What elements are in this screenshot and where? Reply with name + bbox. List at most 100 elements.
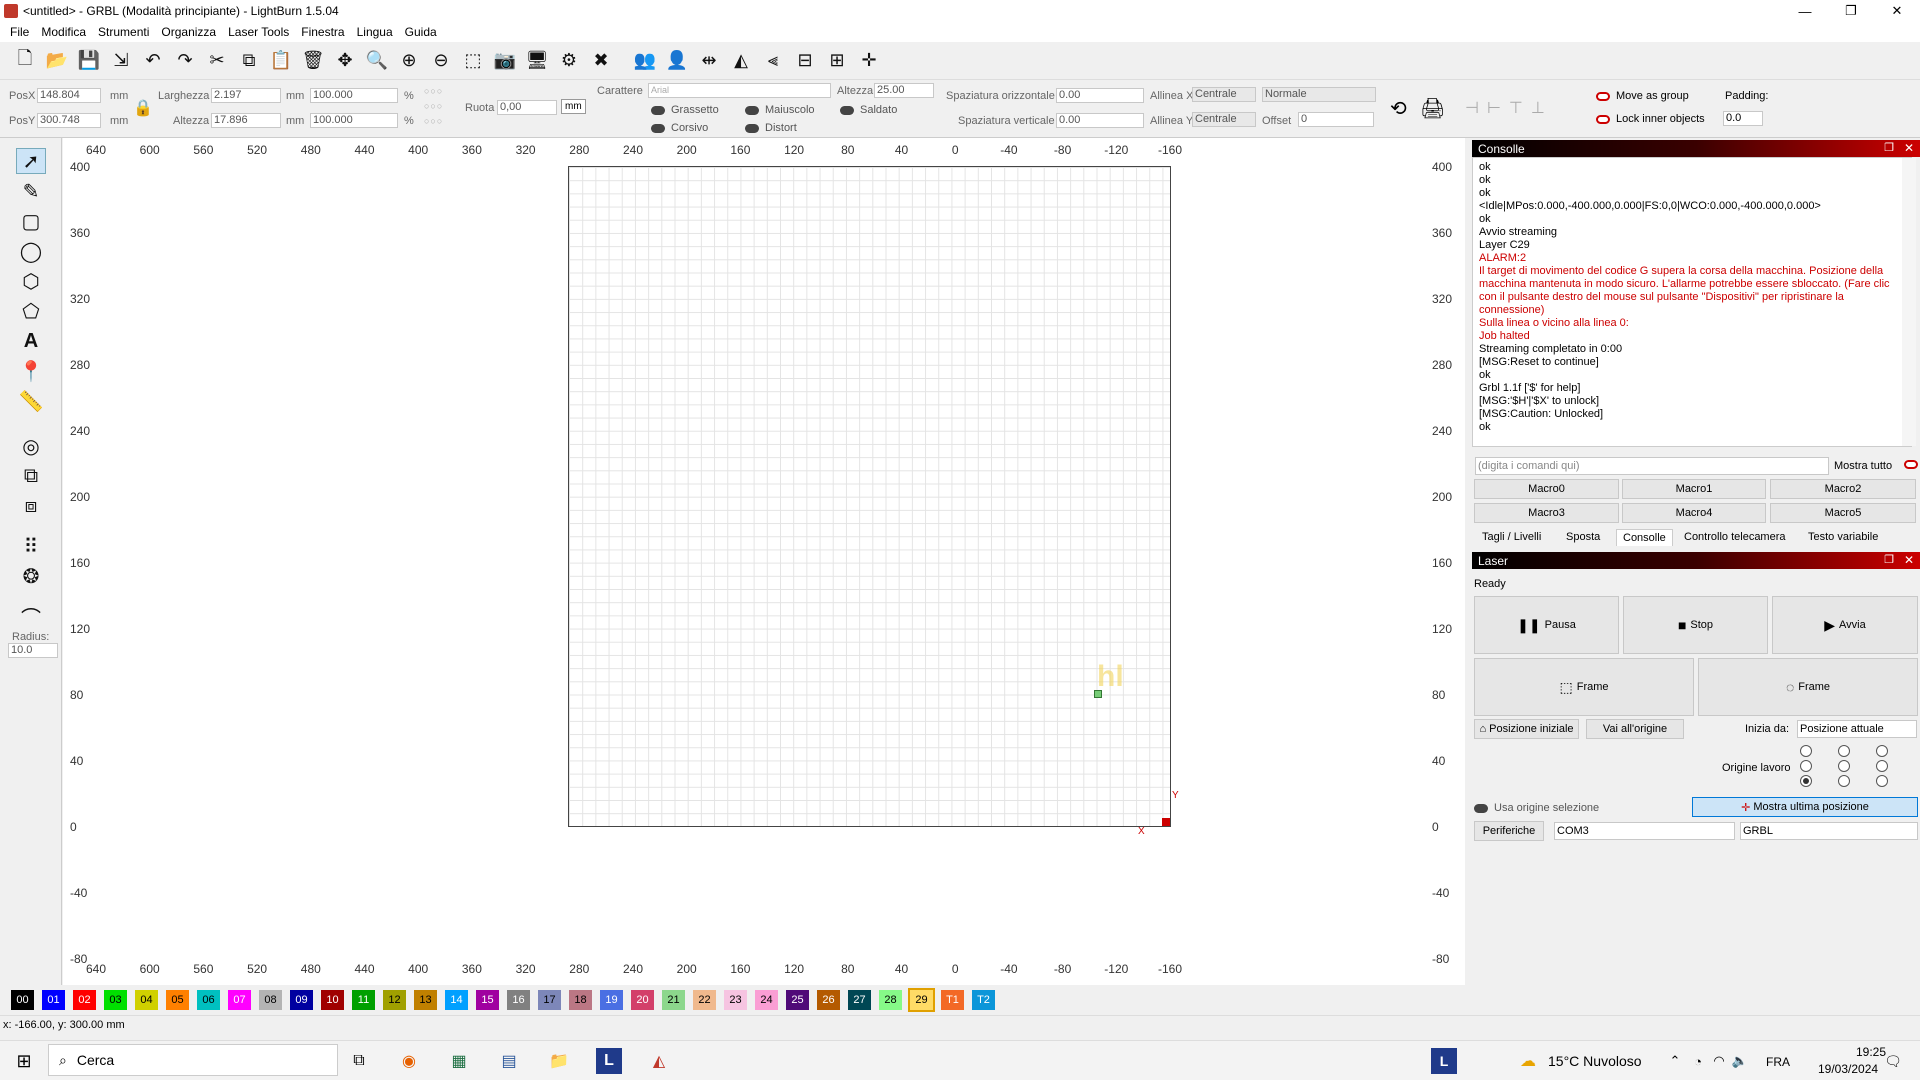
macro0-button[interactable]: Macro0	[1474, 479, 1619, 499]
uppercase-toggle[interactable]: Maiuscolo	[745, 104, 815, 116]
weather-icon[interactable]: ☁	[1515, 1048, 1541, 1074]
scale-width-input[interactable]: 100.000	[310, 88, 398, 103]
settings-gear-icon[interactable]: ⚙	[556, 48, 582, 74]
scale-height-input[interactable]: 100.000	[310, 113, 398, 128]
layer-swatch-01[interactable]: 01	[42, 990, 65, 1010]
offset-tool-icon[interactable]: ◎	[16, 433, 46, 459]
zoom-fit-icon[interactable]: 🔍	[364, 48, 390, 74]
origin-mid-left-radio[interactable]	[1800, 760, 1812, 772]
layer-swatch-22[interactable]: 22	[693, 990, 716, 1010]
layer-swatch-17[interactable]: 17	[538, 990, 561, 1010]
layer-swatch-t2[interactable]: T2	[972, 990, 995, 1010]
camera-icon[interactable]: 📷	[492, 48, 518, 74]
posy-input[interactable]: 300.748	[37, 113, 101, 128]
tab-camera-control[interactable]: Controllo telecamera	[1678, 529, 1792, 545]
pen-tool-icon[interactable]: ✎	[16, 178, 46, 204]
layer-swatch-26[interactable]: 26	[817, 990, 840, 1010]
zoom-frame-icon[interactable]: ⬚	[460, 48, 486, 74]
tools-icon[interactable]: ✖	[588, 48, 614, 74]
macro5-button[interactable]: Macro5	[1770, 503, 1916, 523]
move-icon[interactable]: ✥	[332, 48, 358, 74]
maximize-button[interactable]: ❐	[1828, 0, 1874, 22]
lightburn-launcher-icon[interactable]: L	[596, 1048, 622, 1074]
float-icon[interactable]: ❐	[1884, 141, 1894, 154]
start-button[interactable]: ▶ Avvia	[1772, 596, 1918, 654]
volume-icon[interactable]: 🔈	[1727, 1048, 1753, 1074]
stop-button[interactable]: ■ Stop	[1623, 596, 1768, 654]
frame-circle-button[interactable]: ◌ Frame	[1698, 658, 1918, 716]
tab-console[interactable]: Consolle	[1616, 529, 1673, 546]
move-as-group-toggle[interactable]: Move as group	[1596, 90, 1689, 102]
origin-mid-center-radio[interactable]	[1838, 760, 1850, 772]
align-tools-icon[interactable]: ⊣⊢⊤⊥	[1465, 98, 1553, 118]
start-from-select[interactable]: Posizione attuale	[1797, 720, 1917, 738]
origin-bottom-center-radio[interactable]	[1838, 775, 1850, 787]
flip-horizontal-icon[interactable]: ⇹	[696, 48, 722, 74]
layer-swatch-28[interactable]: 28	[879, 990, 902, 1010]
font-height-input[interactable]: 25.00	[874, 83, 934, 98]
layer-swatch-20[interactable]: 20	[631, 990, 654, 1010]
copy-icon[interactable]: ⧉	[236, 48, 262, 74]
float-icon[interactable]: ❐	[1884, 553, 1894, 566]
home-button[interactable]: ⌂ Posizione iniziale	[1474, 719, 1579, 739]
boolean-union-icon[interactable]: ⧉	[16, 463, 46, 489]
go-to-origin-button[interactable]: Vai all'origine	[1586, 719, 1684, 739]
origin-top-right-radio[interactable]	[1876, 745, 1888, 757]
new-file-icon[interactable]: 🗋	[12, 48, 38, 74]
posx-input[interactable]: 148.804	[37, 88, 101, 103]
excel-icon[interactable]: ▦	[446, 1048, 472, 1074]
alignx-select[interactable]: Centrale	[1192, 87, 1256, 102]
menu-strumenti[interactable]: Strumenti	[92, 25, 155, 39]
frame-rect-button[interactable]: ⬚ Frame	[1474, 658, 1694, 716]
close-icon[interactable]: ✕	[1904, 141, 1914, 155]
file-explorer-icon[interactable]: 📁	[546, 1048, 572, 1074]
layer-swatch-25[interactable]: 25	[786, 990, 809, 1010]
origin-top-center-radio[interactable]	[1838, 745, 1850, 757]
corner-radius-icon[interactable]: ⌒	[16, 603, 46, 630]
use-selection-origin-toggle[interactable]: Usa origine selezione	[1474, 802, 1599, 814]
redo-icon[interactable]: ↷	[172, 48, 198, 74]
layer-swatch-24[interactable]: 24	[755, 990, 778, 1010]
firefox-icon[interactable]: ◉	[396, 1048, 422, 1074]
menu-finestra[interactable]: Finestra	[295, 25, 350, 39]
layer-swatch-02[interactable]: 02	[73, 990, 96, 1010]
rectangle-tool-icon[interactable]: ▢	[16, 208, 46, 234]
text-path-icon[interactable]: ⟲	[1390, 96, 1407, 121]
bold-toggle[interactable]: Grassetto	[651, 104, 719, 116]
notification-icon[interactable]: 🗨	[1880, 1048, 1906, 1074]
layer-swatch-21[interactable]: 21	[662, 990, 685, 1010]
tab-cuts-layers[interactable]: Tagli / Livelli	[1476, 529, 1547, 545]
origin-mid-right-radio[interactable]	[1876, 760, 1888, 772]
lock-ratio-icon[interactable]: 🔒	[133, 98, 153, 118]
layer-swatch-09[interactable]: 09	[290, 990, 313, 1010]
lock-inner-toggle[interactable]: Lock inner objects	[1596, 113, 1705, 125]
export-icon[interactable]: ⇲	[108, 48, 134, 74]
align-left-icon[interactable]: ⫷	[760, 48, 786, 74]
undo-icon[interactable]: ↶	[140, 48, 166, 74]
italic-toggle[interactable]: Corsivo	[651, 122, 708, 134]
laser-bed-grid[interactable]	[568, 166, 1171, 827]
layer-swatch-t1[interactable]: T1	[941, 990, 964, 1010]
height-input[interactable]: 17.896	[211, 113, 281, 128]
layer-swatch-19[interactable]: 19	[600, 990, 623, 1010]
text-mode-select[interactable]: Normale	[1262, 87, 1376, 102]
pause-button[interactable]: ❚❚ Pausa	[1474, 596, 1619, 654]
distribute-v-icon[interactable]: ⊞	[824, 48, 850, 74]
anchor-grid-icon[interactable]: ○○○ ○○○ ○○○	[424, 84, 443, 129]
paste-icon[interactable]: 📋	[268, 48, 294, 74]
ungroup-icon[interactable]: 👤	[664, 48, 690, 74]
show-all-toggle[interactable]	[1904, 460, 1918, 469]
layer-swatch-29[interactable]: 29	[908, 988, 935, 1012]
delete-icon[interactable]: 🗑	[300, 48, 326, 74]
mirror-icon[interactable]: ◭	[728, 48, 754, 74]
menu-organizza[interactable]: Organizza	[155, 25, 222, 39]
origin-bottom-right-radio[interactable]	[1876, 775, 1888, 787]
save-icon[interactable]: 💾	[76, 48, 102, 74]
center-icon[interactable]: ✛	[856, 48, 882, 74]
monitor-icon[interactable]: 🖥	[524, 48, 550, 74]
zoom-in-icon[interactable]: ⊕	[396, 48, 422, 74]
language-indicator[interactable]: FRA	[1766, 1055, 1790, 1069]
selection-handle[interactable]	[1094, 690, 1102, 698]
tab-move[interactable]: Sposta	[1560, 529, 1606, 545]
lightburn-app-icon[interactable]: ◭	[646, 1048, 672, 1074]
